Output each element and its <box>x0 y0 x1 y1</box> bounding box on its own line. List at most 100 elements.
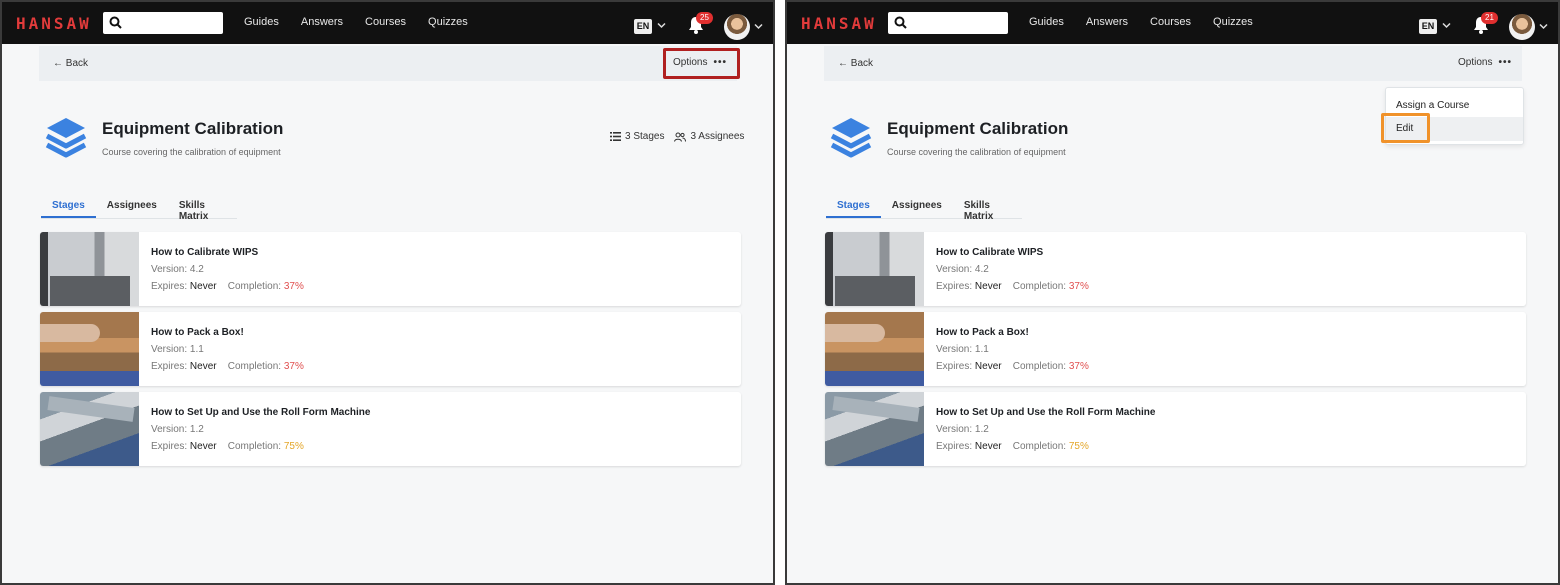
search-input[interactable] <box>888 12 1008 34</box>
stage-meta: Expires: Never Completion: 75% <box>151 441 304 452</box>
nav-links: Guides Answers Courses Quizzes <box>244 16 490 28</box>
expires-label: Expires: <box>936 281 973 292</box>
stage-thumbnail <box>825 232 924 306</box>
stage-meta: Expires: Never Completion: 37% <box>936 361 1089 372</box>
notification-badge: 21 <box>1481 12 1498 24</box>
completion-label: Completion: <box>1012 441 1067 452</box>
tab-skills-matrix[interactable]: Skills Matrix <box>168 198 237 222</box>
expires-label: Expires: <box>151 281 188 292</box>
language-selector[interactable]: EN <box>1419 19 1437 34</box>
course-tabs: Stages Assignees Skills Matrix <box>826 198 1022 222</box>
tab-stages[interactable]: Stages <box>826 198 881 218</box>
stage-card[interactable]: How to Set Up and Use the Roll Form Mach… <box>40 392 741 466</box>
stage-card[interactable]: How to Calibrate WIPS Version: 4.2 Expir… <box>825 232 1526 306</box>
stage-card[interactable]: How to Set Up and Use the Roll Form Mach… <box>825 392 1526 466</box>
users-icon <box>674 132 687 142</box>
nav-link-guides[interactable]: Guides <box>1029 16 1064 28</box>
expires-value: Never <box>974 361 1002 372</box>
tab-stages[interactable]: Stages <box>41 198 96 218</box>
stage-meta: Expires: Never Completion: 75% <box>936 441 1089 452</box>
top-navbar: HANSAW Guides Answers Courses Quizzes EN… <box>2 2 773 44</box>
stage-thumbnail <box>40 392 139 466</box>
assignees-stat: 3 Assignees <box>674 131 744 142</box>
completion-value: 75% <box>1068 441 1089 452</box>
stage-thumbnail <box>825 312 924 386</box>
stage-version: Version: 1.2 <box>936 424 989 435</box>
nav-link-courses[interactable]: Courses <box>1150 16 1191 28</box>
chevron-down-icon[interactable] <box>657 22 666 29</box>
course-stats: 3 Stages 3 Assignees <box>610 131 744 142</box>
tab-assignees[interactable]: Assignees <box>881 198 953 218</box>
search-icon <box>894 16 907 29</box>
chevron-down-icon[interactable] <box>1442 22 1451 29</box>
expires-value: Never <box>189 441 217 452</box>
completion-label: Completion: <box>227 281 282 292</box>
course-description: Course covering the calibration of equip… <box>887 147 1066 157</box>
back-button[interactable]: ← Back <box>838 58 873 69</box>
list-icon <box>610 132 621 141</box>
language-selector[interactable]: EN <box>634 19 652 34</box>
course-tabs: Stages Assignees Skills Matrix <box>41 198 237 222</box>
avatar[interactable] <box>1509 14 1535 40</box>
course-description: Course covering the calibration of equip… <box>102 147 281 157</box>
stage-meta: Expires: Never Completion: 37% <box>151 361 304 372</box>
stage-version: Version: 1.2 <box>151 424 204 435</box>
expires-label: Expires: <box>936 361 973 372</box>
screenshot-left: HANSAW Guides Answers Courses Quizzes EN… <box>0 0 775 585</box>
stage-title: How to Set Up and Use the Roll Form Mach… <box>936 407 1156 418</box>
avatar[interactable] <box>724 14 750 40</box>
completion-label: Completion: <box>1012 361 1067 372</box>
tab-assignees[interactable]: Assignees <box>96 198 168 218</box>
hansaw-logo[interactable]: HANSAW <box>801 14 877 33</box>
stage-title: How to Pack a Box! <box>151 327 244 338</box>
expires-label: Expires: <box>151 441 188 452</box>
completion-label: Completion: <box>1012 281 1067 292</box>
screenshot-right: HANSAW Guides Answers Courses Quizzes EN… <box>785 0 1560 585</box>
stage-title: How to Calibrate WIPS <box>936 247 1044 258</box>
stage-card[interactable]: How to Pack a Box! Version: 1.1 Expires:… <box>825 312 1526 386</box>
nav-links: Guides Answers Courses Quizzes <box>1029 16 1275 28</box>
nav-link-courses[interactable]: Courses <box>365 16 406 28</box>
stage-version: Version: 1.1 <box>151 344 204 355</box>
stage-version: Version: 4.2 <box>936 264 989 275</box>
expires-value: Never <box>189 281 217 292</box>
stage-title: How to Set Up and Use the Roll Form Mach… <box>151 407 371 418</box>
chevron-down-icon[interactable] <box>1539 23 1548 30</box>
stage-title: How to Pack a Box! <box>936 327 1029 338</box>
nav-link-answers[interactable]: Answers <box>1086 16 1128 28</box>
expires-value: Never <box>974 441 1002 452</box>
stages-stat: 3 Stages <box>610 131 664 142</box>
completion-value: 37% <box>283 361 304 372</box>
stage-card[interactable]: How to Calibrate WIPS Version: 4.2 Expir… <box>40 232 741 306</box>
expires-label: Expires: <box>151 361 188 372</box>
hansaw-logo[interactable]: HANSAW <box>16 14 92 33</box>
completion-value: 37% <box>1068 361 1089 372</box>
sub-header-bar: ← Back Options ••• <box>824 46 1522 81</box>
stage-thumbnail <box>40 312 139 386</box>
search-input[interactable] <box>103 12 223 34</box>
nav-link-answers[interactable]: Answers <box>301 16 343 28</box>
layers-icon <box>45 118 87 158</box>
top-navbar: HANSAW Guides Answers Courses Quizzes EN… <box>787 2 1558 44</box>
chevron-down-icon[interactable] <box>754 23 763 30</box>
completion-value: 37% <box>283 281 304 292</box>
sub-header-bar: ← Back Options ••• <box>39 46 737 81</box>
expires-label: Expires: <box>936 441 973 452</box>
edit-highlight-box <box>1381 113 1430 143</box>
search-icon <box>109 16 122 29</box>
course-title: Equipment Calibration <box>887 119 1069 138</box>
options-label: Options <box>1458 57 1493 68</box>
back-button[interactable]: ← Back <box>53 58 88 69</box>
nav-link-quizzes[interactable]: Quizzes <box>428 16 468 28</box>
layers-icon <box>830 118 872 158</box>
stage-card[interactable]: How to Pack a Box! Version: 1.1 Expires:… <box>40 312 741 386</box>
stage-meta: Expires: Never Completion: 37% <box>151 281 304 292</box>
stage-version: Version: 4.2 <box>151 264 204 275</box>
nav-link-guides[interactable]: Guides <box>244 16 279 28</box>
tab-skills-matrix[interactable]: Skills Matrix <box>953 198 1022 222</box>
nav-link-quizzes[interactable]: Quizzes <box>1213 16 1253 28</box>
completion-value: 37% <box>1068 281 1089 292</box>
stage-thumbnail <box>40 232 139 306</box>
options-button[interactable]: Options ••• <box>1458 57 1512 68</box>
stages-count: 3 Stages <box>625 131 665 142</box>
